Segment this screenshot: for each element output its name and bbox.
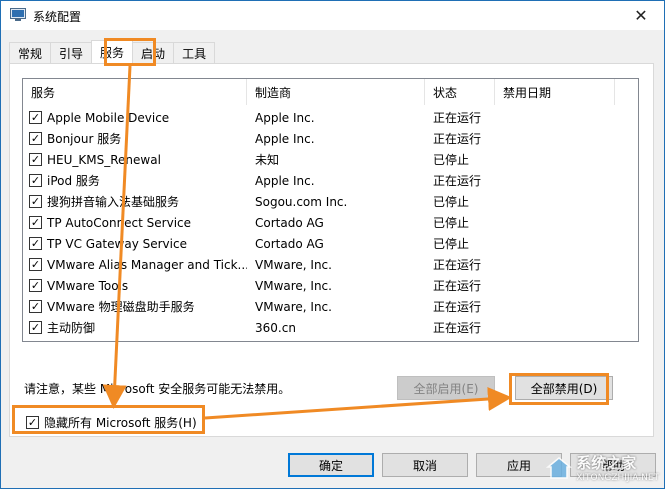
service-name-cell: ✓ TP AutoConnect Service	[23, 216, 247, 230]
service-checkbox[interactable]: ✓	[29, 321, 42, 334]
service-row[interactable]: ✓ VMware 物理磁盘助手服务 VMware, Inc. 正在运行	[23, 296, 638, 317]
service-name: VMware Tools	[47, 278, 129, 293]
service-row[interactable]: ✓ Apple Mobile Device Apple Inc. 正在运行	[23, 107, 638, 128]
service-name-cell: ✓ VMware Alias Manager and Tick...	[23, 258, 247, 272]
ok-button[interactable]: 确定	[288, 453, 374, 477]
service-name: TP VC Gateway Service	[47, 236, 187, 251]
service-row[interactable]: ✓ iPod 服务 Apple Inc. 正在运行	[23, 170, 638, 191]
tab-boot[interactable]: 引导	[50, 42, 93, 64]
service-row[interactable]: ✓ TP AutoConnect Service Cortado AG 已停止	[23, 212, 638, 233]
service-name: HEU_KMS_Renewal	[47, 152, 161, 167]
manufacturer-cell: Sogou.com Inc.	[255, 194, 348, 209]
service-name: TP AutoConnect Service	[47, 215, 192, 230]
service-checkbox[interactable]: ✓	[29, 258, 42, 271]
status-cell: 正在运行	[433, 174, 482, 188]
status-cell: 正在运行	[433, 279, 482, 293]
service-checkbox[interactable]: ✓	[29, 153, 42, 166]
manufacturer-cell: Cortado AG	[255, 236, 324, 251]
status-cell: 正在运行	[433, 321, 482, 335]
column-service[interactable]: 服务	[23, 79, 247, 105]
enable-all-button[interactable]: 全部启用(E)	[397, 376, 495, 400]
tab-general[interactable]: 常规	[9, 42, 52, 64]
hide-microsoft-services[interactable]: ✓ 隐藏所有 Microsoft 服务(H)	[26, 414, 197, 431]
manufacturer-cell: 未知	[255, 153, 280, 167]
service-name-cell: ✓ 主动防御	[23, 319, 247, 336]
status-cell: 正在运行	[433, 300, 482, 314]
service-name-cell: ✓ iPod 服务	[23, 172, 247, 189]
manufacturer-cell: Cortado AG	[255, 215, 324, 230]
service-name: Apple Mobile Device	[47, 110, 170, 125]
manufacturer-cell: VMware, Inc.	[255, 299, 332, 314]
status-cell: 正在运行	[433, 111, 482, 125]
status-cell: 正在运行	[433, 258, 482, 272]
service-name: 搜狗拼音输入法基础服务	[47, 195, 180, 209]
watermark-url: XITONGZHIJIA.NET	[576, 473, 659, 483]
house-logo-icon	[546, 456, 573, 479]
service-checkbox[interactable]: ✓	[29, 195, 42, 208]
status-cell: 已停止	[433, 153, 470, 167]
list-header: 服务 制造商 状态 禁用日期	[23, 79, 638, 105]
hide-ms-checkbox[interactable]: ✓	[26, 416, 39, 429]
status-cell: 正在运行	[433, 132, 482, 146]
service-name-cell: ✓ TP VC Gateway Service	[23, 237, 247, 251]
close-button[interactable]: ✕	[618, 1, 664, 30]
service-checkbox[interactable]: ✓	[29, 132, 42, 145]
disable-all-button[interactable]: 全部禁用(D)	[515, 376, 613, 400]
column-status[interactable]: 状态	[425, 79, 495, 105]
service-checkbox[interactable]: ✓	[29, 111, 42, 124]
service-name-cell: ✓ 搜狗拼音输入法基础服务	[23, 193, 247, 210]
security-note: 请注意，某些 Microsoft 安全服务可能无法禁用。	[24, 382, 291, 396]
service-row[interactable]: ✓ TP VC Gateway Service Cortado AG 已停止	[23, 233, 638, 254]
service-row[interactable]: ✓ 搜狗拼音输入法基础服务 Sogou.com Inc. 已停止	[23, 191, 638, 212]
manufacturer-cell: Apple Inc.	[255, 131, 315, 146]
service-name: iPod 服务	[47, 174, 100, 188]
column-disabled-date[interactable]: 禁用日期	[495, 79, 615, 105]
service-row[interactable]: ✓ HEU_KMS_Renewal 未知 已停止	[23, 149, 638, 170]
manufacturer-cell: VMware, Inc.	[255, 257, 332, 272]
column-manufacturer[interactable]: 制造商	[247, 79, 425, 105]
service-name-cell: ✓ Apple Mobile Device	[23, 111, 247, 125]
service-name-cell: ✓ Bonjour 服务	[23, 130, 247, 147]
service-name: 主动防御	[47, 321, 96, 335]
service-name: VMware 物理磁盘助手服务	[47, 300, 195, 314]
tab-services[interactable]: 服务	[91, 40, 134, 64]
service-row[interactable]: ✓ Bonjour 服务 Apple Inc. 正在运行	[23, 128, 638, 149]
service-row[interactable]: ✓ VMware Alias Manager and Tick... VMware,…	[23, 254, 638, 275]
tab-startup[interactable]: 启动	[132, 42, 175, 64]
status-cell: 已停止	[433, 195, 470, 209]
watermark: 系统之家 XITONGZHIJIA.NET	[546, 452, 659, 483]
service-checkbox[interactable]: ✓	[29, 216, 42, 229]
tab-strip: 常规 引导 服务 启动 工具	[9, 40, 216, 64]
close-icon: ✕	[634, 6, 648, 25]
manufacturer-cell: VMware, Inc.	[255, 278, 332, 293]
tab-tools[interactable]: 工具	[173, 42, 216, 64]
service-checkbox[interactable]: ✓	[29, 300, 42, 313]
cancel-button[interactable]: 取消	[382, 453, 468, 477]
service-checkbox[interactable]: ✓	[29, 279, 42, 292]
manufacturer-cell: Apple Inc.	[255, 173, 315, 188]
service-name: VMware Alias Manager and Tick...	[47, 257, 247, 272]
manufacturer-cell: Apple Inc.	[255, 110, 315, 125]
service-checkbox[interactable]: ✓	[29, 237, 42, 250]
status-cell: 已停止	[433, 216, 470, 230]
services-list[interactable]: 服务 制造商 状态 禁用日期 ✓ Apple Mobile Device Apple…	[22, 78, 639, 342]
window-title: 系统配置	[33, 10, 82, 24]
service-name-cell: ✓ VMware 物理磁盘助手服务	[23, 298, 247, 315]
service-row[interactable]: ✓ 主动防御 360.cn 正在运行	[23, 317, 638, 338]
manufacturer-cell: 360.cn	[255, 320, 296, 335]
watermark-brand: 系统之家	[576, 454, 637, 472]
system-config-window: 系统配置 ✕ 常规 引导 服务 启动 工具 服务 制造商 状态 禁用日期 ✓ Ap…	[0, 0, 665, 489]
system-config-app-icon	[10, 8, 26, 21]
hide-ms-label: 隐藏所有 Microsoft 服务(H)	[44, 416, 197, 430]
status-cell: 已停止	[433, 237, 470, 251]
service-checkbox[interactable]: ✓	[29, 174, 42, 187]
service-name-cell: ✓ VMware Tools	[23, 279, 247, 293]
service-name: Bonjour 服务	[47, 132, 122, 146]
service-name-cell: ✓ HEU_KMS_Renewal	[23, 153, 247, 167]
title-bar: 系统配置 ✕	[1, 1, 664, 30]
service-row[interactable]: ✓ VMware Tools VMware, Inc. 正在运行	[23, 275, 638, 296]
services-panel: 服务 制造商 状态 禁用日期 ✓ Apple Mobile Device Apple…	[9, 63, 654, 437]
